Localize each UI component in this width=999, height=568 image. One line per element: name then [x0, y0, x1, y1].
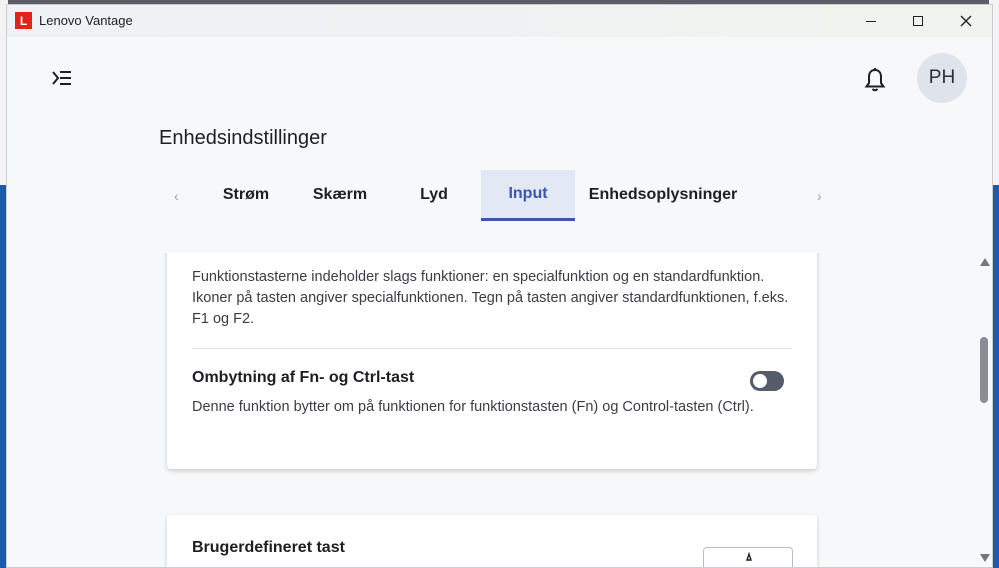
app-window: L Lenovo Vantage PH Enhedsindstillinger …: [6, 4, 993, 568]
scroll-up-icon[interactable]: [980, 258, 990, 266]
maximize-icon: [913, 16, 923, 26]
maximize-button[interactable]: [895, 5, 941, 37]
tab-lyd[interactable]: Lyd: [387, 170, 481, 220]
menu-collapse-icon: [52, 71, 71, 85]
tabs-scroll-right-icon[interactable]: ›: [817, 188, 822, 204]
function-keys-description: Funktionstasterne indeholder slags funkt…: [192, 269, 789, 327]
close-icon: [960, 15, 972, 27]
app-title: Lenovo Vantage: [39, 13, 133, 28]
vertical-scrollbar[interactable]: [977, 253, 992, 567]
tab-input[interactable]: Input: [481, 170, 575, 221]
star-icon: [746, 551, 752, 561]
scroll-content: Funktionstasterne indeholder slags funkt…: [7, 253, 977, 567]
title-bar[interactable]: L Lenovo Vantage: [7, 5, 992, 37]
fn-ctrl-swap-toggle[interactable]: [750, 371, 784, 391]
bell-icon: [864, 68, 886, 92]
tab-enhedsoplysninger[interactable]: Enhedsoplysninger: [581, 170, 745, 220]
tab-skaerm[interactable]: Skærm: [293, 170, 387, 220]
custom-key-button[interactable]: [703, 547, 793, 567]
notifications-button[interactable]: [863, 67, 887, 93]
keyboard-settings-card: Funktionstasterne indeholder slags funkt…: [167, 253, 817, 469]
page-title: Enhedsindstillinger: [159, 127, 327, 149]
toggle-knob: [753, 374, 767, 388]
custom-key-title: Brugerdefineret tast: [192, 539, 345, 556]
menu-toggle-button[interactable]: [51, 69, 73, 87]
tabs-scroll-left-icon[interactable]: ‹: [174, 188, 179, 204]
custom-key-card: Brugerdefineret tast: [167, 515, 817, 567]
minimize-icon: [866, 20, 876, 22]
scrollbar-thumb[interactable]: [980, 337, 988, 403]
minimize-button[interactable]: [848, 5, 894, 37]
fn-ctrl-swap-title: Ombytning af Fn- og Ctrl-tast: [192, 369, 415, 386]
scroll-down-icon[interactable]: [980, 554, 990, 562]
tab-strom[interactable]: Strøm: [199, 170, 293, 220]
settings-tabs: ‹ Strøm Skærm Lyd Input Enhedsoplysninge…: [165, 170, 835, 222]
lenovo-logo-icon: L: [15, 12, 32, 29]
user-avatar[interactable]: PH: [917, 53, 967, 103]
divider: [192, 348, 792, 349]
close-button[interactable]: [943, 5, 989, 37]
fn-ctrl-swap-description: Denne funktion bytter om på funktionen f…: [192, 399, 754, 415]
